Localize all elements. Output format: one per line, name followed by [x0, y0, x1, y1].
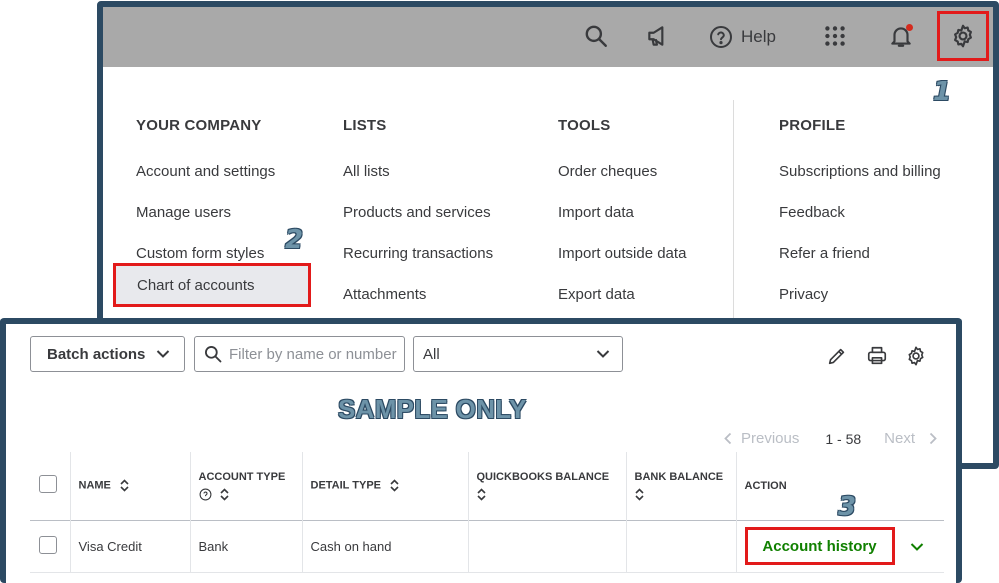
header-name-label: NAME	[78, 479, 111, 492]
info-help-icon[interactable]	[199, 488, 212, 501]
header-quickbooks-balance[interactable]: QUICKBOOKS BALANCE	[468, 452, 627, 520]
pager-next-label: Next	[884, 430, 916, 447]
chart-of-accounts-panel: Batch actions All SAMPLE ONLY Previous 1…	[0, 318, 962, 583]
chevron-down-icon	[156, 350, 170, 358]
header-select-all	[30, 452, 71, 520]
select-all-checkbox[interactable]	[39, 475, 57, 494]
pager-previous[interactable]: Previous	[724, 430, 799, 447]
chevron-left-icon	[724, 432, 732, 445]
menu-column-tools: TOOLS Order cheques Import data Import o…	[558, 117, 686, 315]
filter-search-box	[194, 336, 405, 372]
header-name[interactable]: NAME	[70, 452, 191, 520]
cell-name: Visa Credit	[70, 520, 191, 572]
notification-bell-icon[interactable]	[886, 21, 916, 51]
apps-grid-icon[interactable]	[820, 21, 850, 51]
chevron-down-icon	[596, 350, 610, 358]
menu-column-your-company: YOUR COMPANY Account and settings Manage…	[136, 117, 275, 274]
header-bank-balance-label: BANK BALANCE	[634, 470, 724, 483]
search-icon[interactable]	[581, 21, 611, 51]
menu-item-privacy[interactable]: Privacy	[779, 274, 941, 315]
sort-icon	[219, 488, 229, 501]
sort-icon	[120, 479, 129, 492]
menu-item-refer-friend[interactable]: Refer a friend	[779, 233, 941, 274]
menu-heading-tools: TOOLS	[558, 117, 611, 134]
sort-icon	[390, 479, 399, 492]
menu-item-order-cheques[interactable]: Order cheques	[558, 151, 686, 192]
menu-item-feedback[interactable]: Feedback	[779, 192, 941, 233]
cell-bank-balance	[626, 520, 737, 572]
chevron-down-icon[interactable]	[910, 542, 924, 552]
cell-detail-type: Cash on hand	[302, 520, 469, 572]
header-detail-type-label: DETAIL TYPE	[310, 479, 382, 492]
help-label: Help	[741, 27, 776, 46]
row-checkbox[interactable]	[39, 535, 57, 554]
sort-icon	[634, 488, 644, 501]
print-icon[interactable]	[865, 344, 889, 368]
account-type-filter-value: All	[423, 345, 440, 363]
edit-pencil-icon[interactable]	[825, 344, 849, 368]
menu-heading-your-company: YOUR COMPANY	[136, 117, 262, 134]
sample-only-watermark: SAMPLE ONLY	[338, 394, 527, 424]
notification-dot	[906, 24, 913, 31]
gear-highlight-box	[937, 11, 989, 61]
step-2-label: 2	[285, 225, 304, 255]
filter-search-input[interactable]	[229, 345, 399, 363]
chevron-right-icon	[929, 432, 937, 445]
step-3-label: 3	[838, 492, 857, 522]
cell-action: Account history	[736, 520, 944, 572]
menu-item-products-services[interactable]: Products and services	[343, 192, 493, 233]
help-button[interactable]: Help	[709, 23, 776, 51]
menu-item-chart-of-accounts[interactable]: Chart of accounts	[113, 263, 311, 307]
accounts-table: NAME ACCOUNT TYPE DETAIL TYPE QUICKBOOKS…	[30, 452, 944, 573]
menu-item-chart-of-accounts-label: Chart of accounts	[137, 277, 255, 294]
menu-heading-lists: LISTS	[343, 117, 387, 134]
menu-item-export-data[interactable]: Export data	[558, 274, 686, 315]
menu-column-profile: PROFILE Subscriptions and billing Feedba…	[779, 117, 941, 315]
help-icon	[710, 26, 732, 48]
menu-item-import-data[interactable]: Import data	[558, 192, 686, 233]
table-row: Visa Credit Bank Cash on hand Account hi…	[30, 520, 944, 572]
row-select-cell	[30, 520, 71, 572]
menu-item-recurring-transactions[interactable]: Recurring transactions	[343, 233, 493, 274]
menu-item-subscriptions-billing[interactable]: Subscriptions and billing	[779, 151, 941, 192]
header-detail-type[interactable]: DETAIL TYPE	[302, 452, 469, 520]
table-header-row: NAME ACCOUNT TYPE DETAIL TYPE QUICKBOOKS…	[30, 452, 944, 520]
settings-gear-icon[interactable]	[904, 344, 928, 368]
pager-next[interactable]: Next	[884, 430, 937, 447]
menu-item-account-settings[interactable]: Account and settings	[136, 151, 275, 192]
account-type-filter-select[interactable]: All	[413, 336, 623, 372]
header-bank-balance[interactable]: BANK BALANCE	[626, 452, 737, 520]
menu-item-manage-users[interactable]: Manage users	[136, 192, 275, 233]
pagination: Previous 1 - 58 Next	[724, 430, 937, 447]
pager-previous-label: Previous	[741, 430, 800, 447]
batch-actions-label: Batch actions	[47, 345, 146, 363]
batch-actions-button[interactable]: Batch actions	[30, 336, 185, 372]
step-1-label: 1	[933, 77, 952, 107]
menu-heading-profile: PROFILE	[779, 117, 846, 134]
megaphone-icon[interactable]	[643, 21, 673, 51]
menu-column-lists: LISTS All lists Products and services Re…	[343, 117, 493, 315]
header-account-type[interactable]: ACCOUNT TYPE	[190, 452, 303, 520]
account-history-button[interactable]: Account history	[744, 527, 895, 565]
menu-item-attachments[interactable]: Attachments	[343, 274, 493, 315]
menu-column-divider	[733, 100, 734, 320]
header-account-type-label: ACCOUNT TYPE	[198, 470, 286, 483]
menu-item-all-lists[interactable]: All lists	[343, 151, 493, 192]
pager-range: 1 - 58	[825, 430, 862, 447]
menu-item-import-outside-data[interactable]: Import outside data	[558, 233, 686, 274]
search-icon	[205, 346, 222, 363]
header-quickbooks-balance-label: QUICKBOOKS BALANCE	[476, 470, 610, 483]
sort-icon	[476, 488, 486, 501]
cell-quickbooks-balance	[468, 520, 627, 572]
top-navigation-bar: Help	[103, 7, 993, 67]
cell-account-type: Bank	[190, 520, 303, 572]
header-action-label: ACTION	[744, 479, 787, 492]
